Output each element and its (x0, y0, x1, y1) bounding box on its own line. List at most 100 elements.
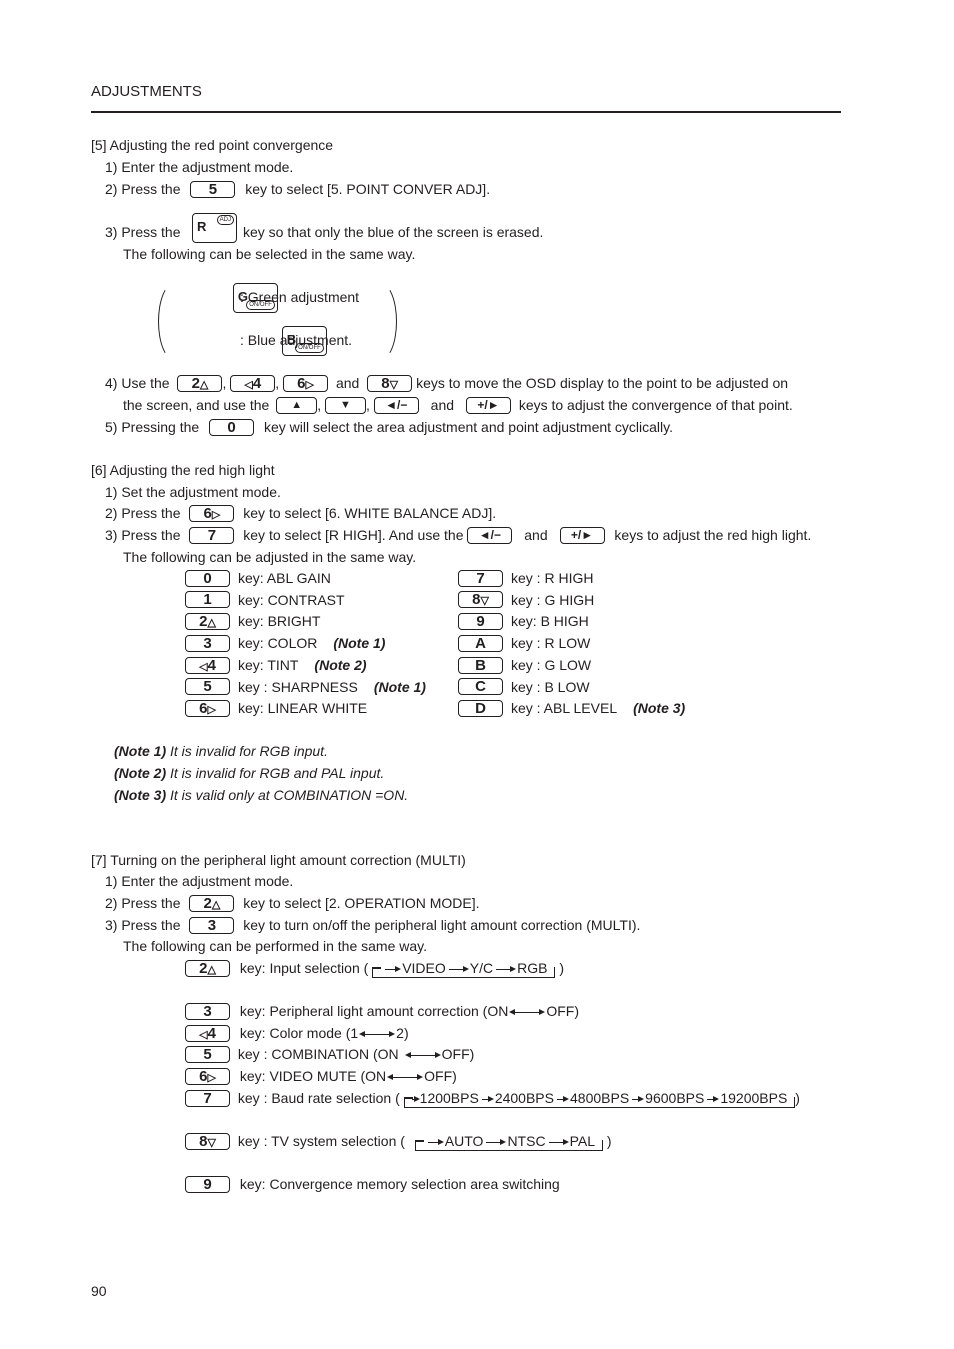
key-c: C (458, 678, 503, 696)
combination-row: 5 key : COMBINATION (ON OFF) (185, 1045, 474, 1064)
s5-step3-sub: The following can be selected in the sam… (123, 246, 416, 262)
key-3: 3 (189, 916, 235, 934)
s5-step5-post: key will select the area adjustment and … (263, 419, 674, 435)
key-6-right: 6▷ (283, 374, 329, 392)
key-function-label: key: B HIGH (511, 613, 589, 630)
s6-step3-pre: 3) Press the (105, 527, 181, 543)
s5-step5: 5) Pressing the 0 key will select the ar… (105, 418, 673, 437)
key-6: 6▷ (185, 699, 230, 717)
s7-step3-pre: 3) Press the (105, 917, 181, 933)
s5-step4-pre: 4) Use the (105, 375, 170, 391)
s5-step4b-pre: the screen, and use the (123, 397, 270, 413)
page-header: ADJUSTMENTS (91, 83, 202, 100)
key-a: A (458, 634, 503, 652)
input-cycle: VIDEO Y/C RGB (372, 959, 556, 978)
s5-step3-post: key so that only the blue of the screen … (243, 224, 544, 240)
note-reference: (Note 1) (333, 635, 386, 652)
note-line: (Note 1) It is invalid for RGB input. (114, 742, 328, 760)
key-list-item: 7 key : R HIGH (458, 569, 593, 588)
key-function-label: key : SHARPNESS (238, 678, 358, 695)
s7-step1: 1) Enter the adjustment mode. (105, 873, 294, 889)
key-function-label: key: BRIGHT (238, 613, 321, 630)
key-4: ◁4 (185, 656, 230, 674)
key-adj-sublabel: ADJ (216, 215, 234, 225)
s5-step5-pre: 5) Pressing the (105, 419, 200, 435)
blue-adjustment-text: : Blue adjustment. (240, 332, 353, 348)
key-4-left: ◁4 (230, 374, 276, 392)
note-text: It is invalid for RGB and PAL input. (166, 765, 385, 781)
note-reference: (Note 3) (633, 700, 686, 717)
arrow-right-icon: ▷ (305, 378, 314, 391)
key-function-label: key: ABL GAIN (238, 570, 331, 586)
s6-step3-post: keys to adjust the red high light. (614, 527, 812, 543)
peripheral-row: 3 key: Peripheral light amount correctio… (185, 1002, 579, 1021)
key-2-up: 2△ (185, 959, 230, 977)
key-3: 3 (185, 634, 230, 652)
s7-step3-sub: The following can be performed in the sa… (123, 938, 428, 954)
key-list-item: 3 key: COLOR (Note 1) (185, 634, 385, 653)
note-tag: (Note 3) (114, 787, 167, 803)
key-function-label: key: COLOR (238, 635, 318, 652)
key-9: 9 (458, 613, 503, 631)
s5-step2-post: key to select [5. POINT CONVER ADJ]. (245, 181, 491, 197)
key-plus: +/► (559, 526, 605, 544)
section-7-title: [7] Turning on the peripheral light amou… (91, 852, 466, 868)
s5-step1: 1) Enter the adjustment mode. (105, 159, 294, 175)
s5-step4-post: keys to move the OSD display to the poin… (416, 375, 789, 391)
key-6-right: 6▷ (189, 504, 235, 522)
key-5: 5 (185, 678, 230, 696)
key-function-label: key : ABL LEVEL (511, 700, 618, 717)
note-line: (Note 2) It is invalid for RGB and PAL i… (114, 764, 384, 782)
arrow-left-icon: ◁ (244, 378, 253, 391)
tv-cycle: AUTO NTSC PAL (414, 1132, 604, 1151)
section-6-title: [6] Adjusting the red high light (91, 462, 275, 478)
arrow-down-icon: ▽ (389, 378, 399, 391)
key-9: 9 (185, 1175, 230, 1193)
key-down: ▼ (325, 396, 366, 414)
key-b: B (458, 656, 503, 674)
key-4-left: ◁4 (185, 1024, 230, 1042)
convergence-row: 9 key: Convergence memory selection area… (185, 1175, 560, 1194)
key-3: 3 (185, 1002, 230, 1020)
key-function-label: key : G HIGH (511, 591, 595, 608)
key-2: 2△ (185, 613, 230, 631)
s5-step4: 4) Use the 2△, ◁4, 6▷ and 8▽ keys to mov… (105, 374, 789, 392)
key-up: ▲ (276, 396, 318, 414)
note-line: (Note 3) It is valid only at COMBINATION… (114, 786, 408, 804)
key-d: D (458, 699, 503, 717)
s7-step3: 3) Press the 3 key to turn on/off the pe… (105, 916, 640, 935)
key-list-item: 8▽ key : G HIGH (458, 591, 594, 610)
key-list-item: 2△ key: BRIGHT (185, 612, 320, 631)
key-2-up: 2△ (189, 894, 235, 912)
baud-rate-row: 7 key : Baud rate selection ( 1200BPS 240… (185, 1089, 800, 1108)
note-reference: (Note 1) (373, 678, 426, 695)
key-r-adj: R ADJ (192, 213, 237, 243)
key-7: 7 (458, 569, 503, 587)
video-mute-row: 6▷ key: VIDEO MUTE (ON OFF) (185, 1067, 457, 1086)
s7-step3-post: key to turn on/off the peripheral light … (243, 917, 641, 933)
key-list-item: 9 key: B HIGH (458, 612, 589, 631)
key-0: 0 (185, 569, 230, 587)
s6-step2: 2) Press the 6▷ key to select [6. WHITE … (105, 504, 496, 523)
key-list-item: 1 key: CONTRAST (185, 591, 345, 610)
s6-step3-sub: The following can be adjusted in the sam… (123, 549, 417, 565)
key-function-label: key: TINT (238, 656, 299, 673)
s7-step2-post: key to select [2. OPERATION MODE]. (243, 895, 480, 911)
key-minus: ◄/− (467, 526, 513, 544)
note-tag: (Note 1) (114, 743, 167, 759)
green-adjustment-text: : Green adjustment (240, 289, 360, 305)
key-7: 7 (185, 1089, 230, 1107)
key-list-item: Ckey : B LOW (458, 678, 590, 697)
key-8-down: 8▽ (367, 374, 413, 392)
note-text: It is valid only at COMBINATION =ON. (166, 787, 409, 803)
key-list-item: 6▷ key: LINEAR WHITE (185, 699, 367, 718)
key-8: 8▽ (458, 591, 503, 609)
baud-cycle: 1200BPS 2400BPS 4800BPS 9600BPS 19200BPS (403, 1089, 796, 1108)
section-5-title: [5] Adjusting the red point convergence (91, 137, 334, 153)
s5-step2-pre: 2) Press the (105, 181, 181, 197)
key-function-label: key : R LOW (511, 635, 591, 652)
key-r-label: R (197, 219, 207, 234)
s6-step3-mid: key to select [R HIGH]. And use the (243, 527, 464, 543)
input-selection-label: key: Input selection ( (239, 960, 369, 976)
key-list-item: ◁4 key: TINT (Note 2) (185, 656, 367, 675)
